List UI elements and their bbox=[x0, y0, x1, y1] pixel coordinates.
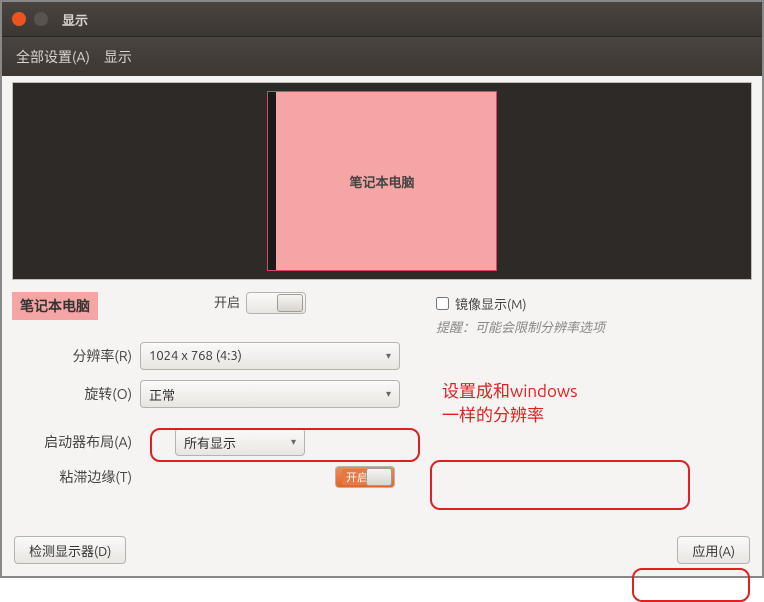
monitor-preview-area: 笔记本电脑 bbox=[12, 82, 752, 280]
annotation-text: 设置成和windows 一样的分辨率 bbox=[436, 376, 752, 428]
mirror-label: 镜像显示(M) bbox=[455, 294, 527, 313]
right-column: 镜像显示(M) 提醒：可能会限制分辨率选项 设置成和windows 一样的分辨率 bbox=[422, 292, 752, 498]
breadcrumb: 全部设置(A) 显示 bbox=[2, 36, 762, 76]
minimize-icon[interactable] bbox=[34, 12, 48, 26]
mirror-row: 镜像显示(M) bbox=[436, 294, 752, 313]
rotation-combo[interactable]: 正常 ▾ bbox=[140, 380, 400, 408]
rotation-label: 旋转(O) bbox=[12, 384, 140, 404]
all-settings-link[interactable]: 全部设置(A) bbox=[16, 47, 90, 67]
resolution-label: 分辨率(R) bbox=[12, 346, 140, 366]
launcher-edge bbox=[268, 92, 276, 270]
highlight-apply bbox=[632, 568, 750, 602]
sticky-row: 粘滞边缘(T) 开启 bbox=[12, 466, 422, 488]
resolution-row: 分辨率(R) 1024 x 768 (4:3) ▾ bbox=[12, 342, 422, 370]
chevron-down-icon: ▾ bbox=[386, 388, 391, 400]
launcher-value: 所有显示 bbox=[184, 433, 236, 452]
rotation-row: 旋转(O) 正常 ▾ bbox=[12, 380, 422, 408]
apply-button[interactable]: 应用(A) bbox=[677, 536, 750, 564]
launcher-row: 启动器布局(A) 所有显示 ▾ bbox=[12, 428, 422, 456]
rotation-value: 正常 bbox=[149, 385, 175, 404]
bottom-button-row: 检测显示器(D) 应用(A) bbox=[14, 536, 750, 564]
resolution-value: 1024 x 768 (4:3) bbox=[149, 349, 242, 363]
sticky-switch[interactable]: 开启 bbox=[335, 466, 395, 488]
sticky-label: 粘滞边缘(T) bbox=[12, 467, 140, 487]
display-settings-window: 显示 全部设置(A) 显示 笔记本电脑 笔记本电脑 开启 bbox=[0, 0, 764, 578]
launcher-label: 启动器布局(A) bbox=[12, 432, 140, 452]
body-row: 笔记本电脑 开启 分辨率(R) 1024 x 768 (4:3) ▾ bbox=[12, 292, 752, 498]
chevron-down-icon: ▾ bbox=[386, 350, 391, 362]
display-name-badge: 笔记本电脑 bbox=[12, 292, 98, 320]
content-area: 笔记本电脑 笔记本电脑 开启 分辨率(R) bbox=[2, 76, 762, 576]
monitor-label: 笔记本电脑 bbox=[349, 172, 414, 191]
chevron-down-icon: ▾ bbox=[291, 436, 296, 448]
mirror-checkbox[interactable] bbox=[436, 297, 449, 310]
launcher-combo[interactable]: 所有显示 ▾ bbox=[175, 428, 305, 456]
enable-switch[interactable] bbox=[246, 292, 306, 314]
enable-switch-label: 开启 bbox=[214, 292, 240, 314]
mirror-hint: 提醒：可能会限制分辨率选项 bbox=[436, 317, 752, 336]
detect-displays-button[interactable]: 检测显示器(D) bbox=[14, 536, 126, 564]
current-section: 显示 bbox=[104, 47, 132, 67]
switch-knob bbox=[366, 468, 392, 486]
resolution-combo[interactable]: 1024 x 768 (4:3) ▾ bbox=[140, 342, 400, 370]
switch-knob bbox=[277, 294, 303, 312]
monitor-rect[interactable]: 笔记本电脑 bbox=[267, 91, 497, 271]
annotation-line2: 一样的分辨率 bbox=[442, 404, 752, 428]
annotation-line1: 设置成和windows bbox=[442, 380, 752, 404]
window-title: 显示 bbox=[62, 10, 88, 29]
close-icon[interactable] bbox=[12, 12, 26, 26]
left-column: 笔记本电脑 开启 分辨率(R) 1024 x 768 (4:3) ▾ bbox=[12, 292, 422, 498]
titlebar[interactable]: 显示 bbox=[2, 2, 762, 36]
